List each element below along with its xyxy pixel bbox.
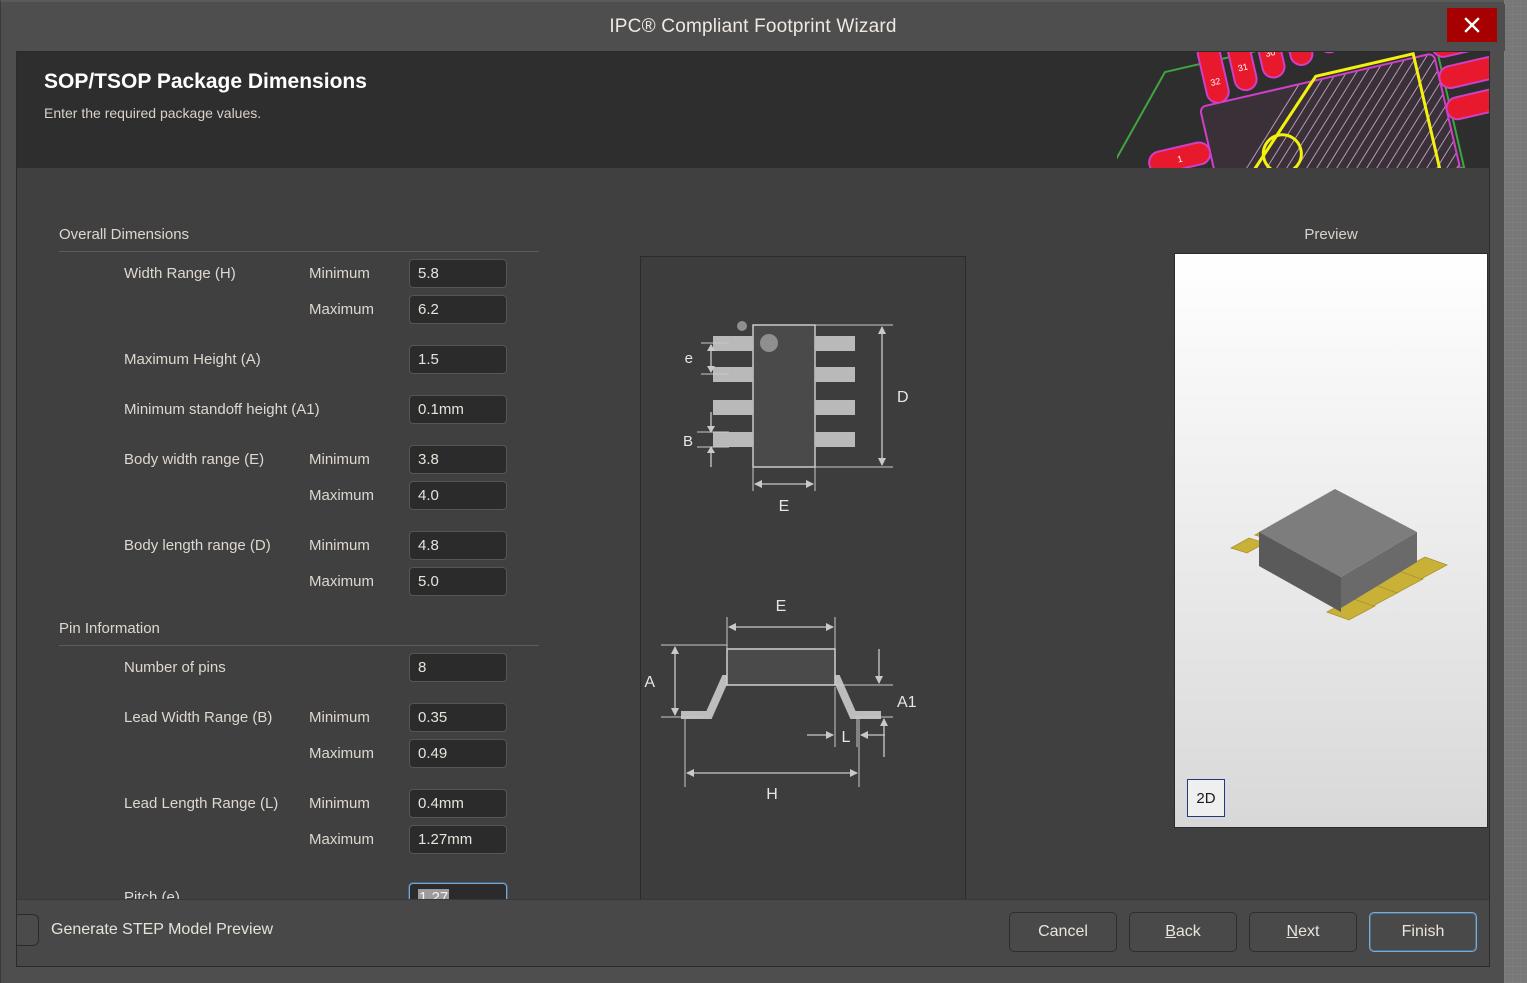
next-button-label-rest: ext	[1298, 923, 1320, 940]
svg-text:E: E	[776, 598, 787, 615]
input-width-range-max[interactable]: 6.2	[409, 294, 507, 324]
back-button-mnemonic: B	[1165, 923, 1176, 940]
preview-title: Preview	[1304, 226, 1358, 243]
label-maximum: Maximum	[309, 744, 375, 762]
label-maximum: Maximum	[309, 486, 375, 504]
input-maximum-height[interactable]: 1.5	[409, 344, 507, 374]
package-3d-model	[1175, 254, 1487, 827]
label-body-length-range: Body length range (D)	[124, 536, 271, 554]
label-standoff-height: Minimum standoff height (A1)	[124, 400, 320, 418]
generate-step-model-preview-checkbox-wrap[interactable]: Generate STEP Model Preview	[17, 914, 274, 946]
input-number-of-pins[interactable]: 8	[409, 652, 507, 682]
input-lead-width-max[interactable]: 0.49	[409, 738, 507, 768]
generate-step-model-preview-checkbox[interactable]	[17, 914, 39, 946]
group-header-pin-information: Pin Information	[59, 620, 539, 646]
field-row-body-width: Body width range (E) Minimum 3.8	[59, 442, 539, 476]
footprint-banner-image: 32 31 30 1	[1117, 52, 1489, 168]
back-button-label-rest: ack	[1175, 923, 1201, 940]
label-minimum: Minimum	[309, 708, 370, 726]
package-dimensions-form: Overall Dimensions Width Range (H) Minim…	[59, 226, 539, 914]
label-body-width-range: Body width range (E)	[124, 450, 265, 468]
input-body-length-max[interactable]: 5.0	[409, 566, 507, 596]
toggle-2d-button[interactable]: 2D	[1187, 779, 1225, 817]
page-title: SOP/TSOP Package Dimensions	[44, 70, 367, 93]
input-body-length-min[interactable]: 4.8	[409, 530, 507, 560]
next-button[interactable]: Next	[1249, 912, 1357, 952]
label-maximum: Maximum	[309, 572, 375, 590]
label-maximum: Maximum	[309, 300, 375, 318]
dialog-header: SOP/TSOP Package Dimensions Enter the re…	[17, 52, 1489, 168]
preview-viewport[interactable]: 2D	[1174, 253, 1488, 828]
svg-text:B: B	[683, 433, 693, 450]
group-header-overall-dimensions: Overall Dimensions	[59, 226, 539, 252]
group-label: Pin Information	[59, 620, 160, 637]
generate-step-model-preview-label: Generate STEP Model Preview	[51, 921, 274, 938]
input-body-width-min[interactable]: 3.8	[409, 444, 507, 474]
page-subtitle: Enter the required package values.	[44, 105, 262, 121]
field-row-body-width-max: Maximum 4.0	[59, 478, 539, 512]
back-button[interactable]: Back	[1129, 912, 1237, 952]
input-body-width-max[interactable]: 4.0	[409, 480, 507, 510]
field-row-lead-length: Lead Length Range (L) Minimum 0.4mm	[59, 786, 539, 820]
screen: IPC® Compliant Footprint Wizard SOP/TSOP…	[0, 0, 1527, 983]
svg-text:A1: A1	[897, 694, 917, 711]
svg-text:D: D	[897, 389, 909, 406]
label-width-range: Width Range (H)	[124, 264, 236, 282]
footer-buttons: Cancel Back Next Finish	[1009, 912, 1477, 952]
close-icon[interactable]	[1447, 8, 1497, 42]
input-lead-width-min[interactable]: 0.35	[409, 702, 507, 732]
field-row-width-range: Width Range (H) Minimum 5.8	[59, 256, 539, 290]
title-bar: IPC® Compliant Footprint Wizard	[1, 4, 1505, 51]
svg-text:E: E	[779, 498, 790, 515]
label-minimum: Minimum	[309, 536, 370, 554]
label-minimum: Minimum	[309, 794, 370, 812]
group-label: Overall Dimensions	[59, 226, 190, 243]
label-minimum: Minimum	[309, 264, 370, 282]
input-width-range-min[interactable]: 5.8	[409, 258, 507, 288]
field-row-body-length-max: Maximum 5.0	[59, 564, 539, 598]
field-row-lead-width: Lead Width Range (B) Minimum 0.35	[59, 700, 539, 734]
group-divider	[59, 645, 539, 646]
svg-text:H: H	[766, 786, 778, 803]
svg-text:e: e	[685, 350, 693, 367]
label-minimum: Minimum	[309, 450, 370, 468]
package-diagram-panel: e B D E E A A1 L H	[640, 256, 966, 966]
label-lead-width-range: Lead Width Range (B)	[124, 708, 273, 726]
cancel-button[interactable]: Cancel	[1009, 912, 1117, 952]
label-lead-length-range: Lead Length Range (L)	[124, 794, 279, 812]
field-row-lead-width-max: Maximum 0.49	[59, 736, 539, 770]
input-lead-length-min[interactable]: 0.4mm	[409, 788, 507, 818]
label-maximum: Maximum	[309, 830, 375, 848]
label-number-of-pins: Number of pins	[124, 658, 226, 676]
field-row-body-length: Body length range (D) Minimum 4.8	[59, 528, 539, 562]
field-row-lead-length-max: Maximum 1.27mm	[59, 822, 539, 856]
next-button-mnemonic: N	[1286, 923, 1299, 940]
svg-text:L: L	[842, 729, 851, 746]
group-divider	[59, 251, 539, 252]
field-row-width-range-max: Maximum 6.2	[59, 292, 539, 326]
window-title: IPC® Compliant Footprint Wizard	[609, 16, 897, 37]
label-maximum-height: Maximum Height (A)	[124, 350, 261, 368]
wizard-window: IPC® Compliant Footprint Wizard SOP/TSOP…	[0, 0, 1505, 983]
finish-button[interactable]: Finish	[1369, 912, 1477, 952]
input-lead-length-max[interactable]: 1.27mm	[409, 824, 507, 854]
preview-panel: Preview 2D	[1174, 226, 1488, 828]
input-standoff-height[interactable]: 0.1mm	[409, 394, 507, 424]
field-row-maximum-height: Maximum Height (A) 1.5	[59, 342, 539, 376]
field-row-number-of-pins: Number of pins 8	[59, 650, 539, 684]
field-row-standoff-height: Minimum standoff height (A1) 0.1mm	[59, 392, 539, 426]
svg-text:A: A	[644, 674, 655, 691]
dialog-body: SOP/TSOP Package Dimensions Enter the re…	[16, 51, 1490, 967]
dialog-footer: Generate STEP Model Preview Cancel Back …	[17, 899, 1489, 966]
dialog-content: Overall Dimensions Width Range (H) Minim…	[17, 168, 1489, 966]
